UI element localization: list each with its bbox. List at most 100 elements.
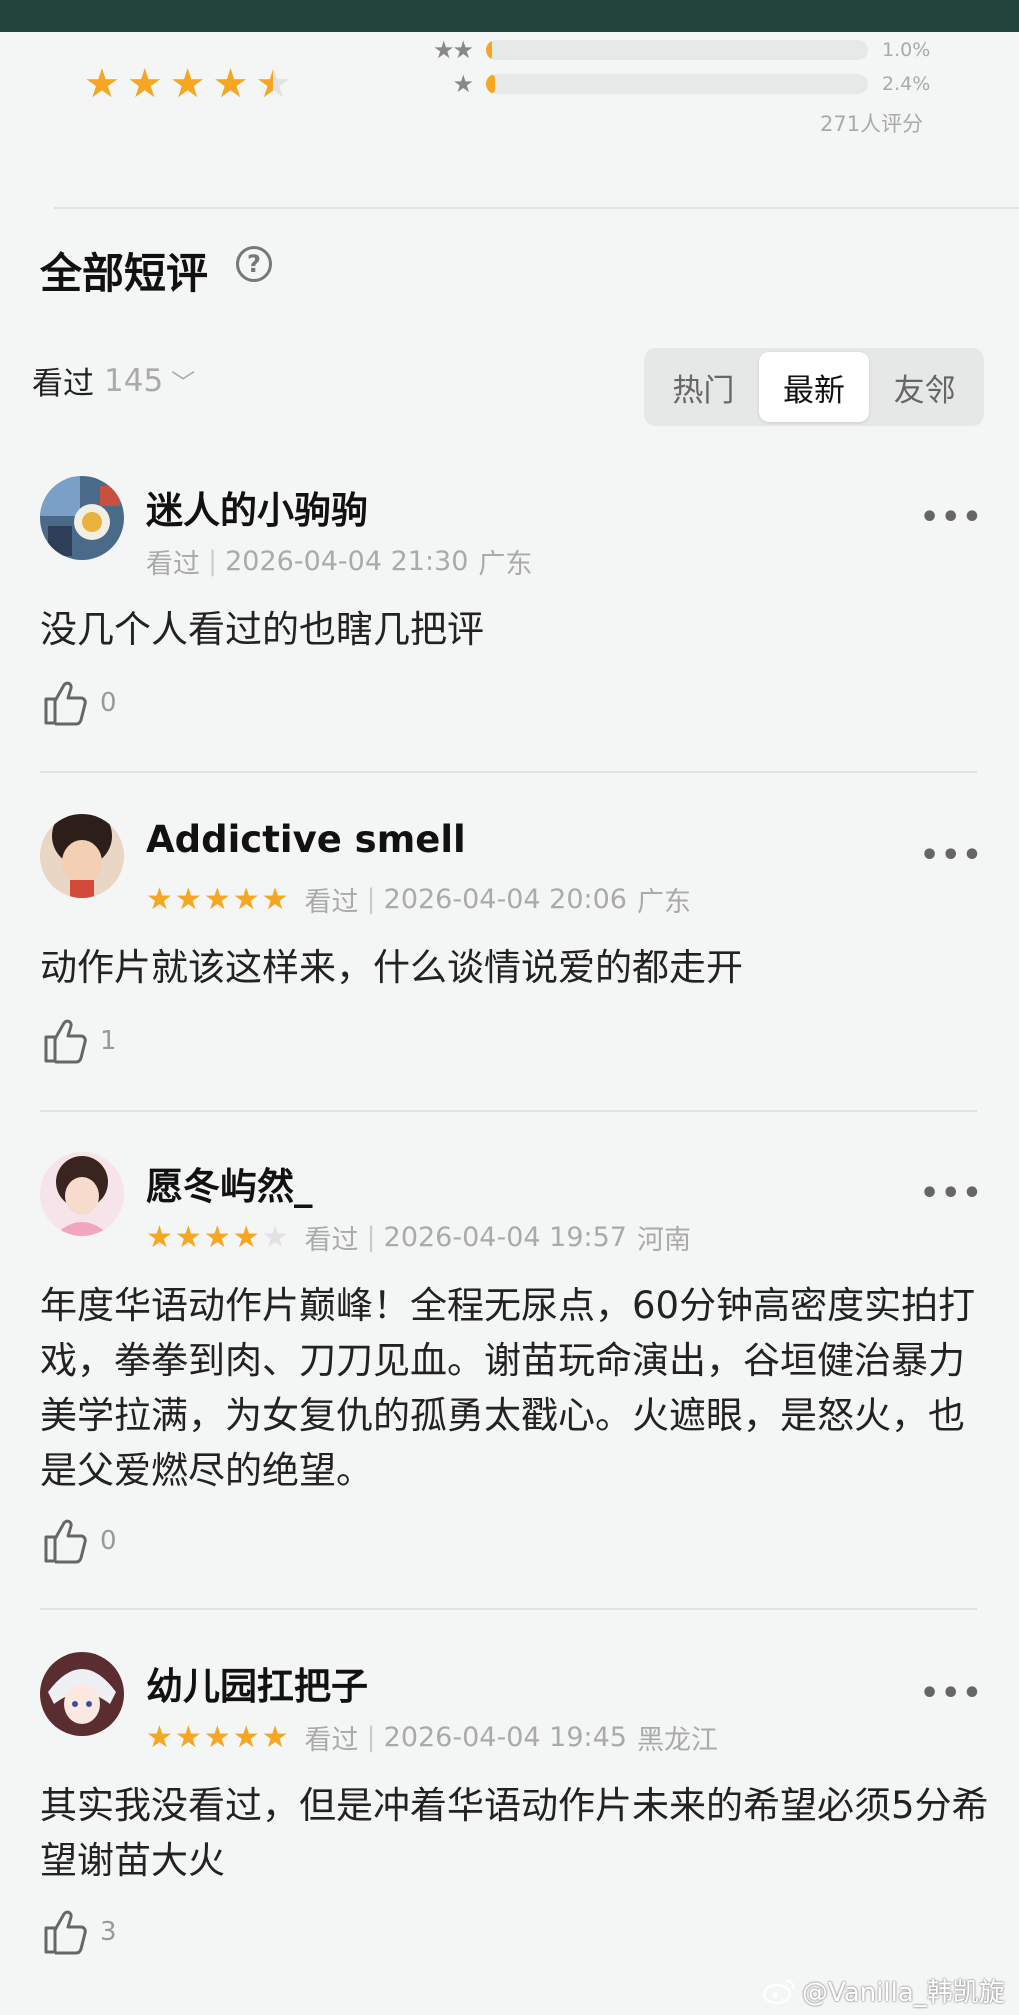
- divider: [40, 1608, 977, 1610]
- sort-segmented-control: 热门 最新 友邻: [644, 348, 984, 426]
- watch-status: 看过: [304, 1725, 359, 1756]
- dist-stars-label: ★: [452, 70, 474, 98]
- separator: |: [366, 1722, 376, 1753]
- thumbs-up-icon: [44, 1910, 87, 1955]
- comment-location: 广东: [478, 549, 533, 580]
- section-title: 全部短评: [40, 249, 209, 298]
- watched-filter-dropdown[interactable]: 看过 145 ﹀: [32, 358, 195, 403]
- comment-text: 其实我没看过，但是冲着华语动作片未来的希望必须5分希望谢苗大火: [40, 1784, 989, 1882]
- watermark: @Vanilla_韩凯旋: [762, 1972, 1005, 2009]
- divider: [40, 1110, 977, 1112]
- filter-label: 看过: [32, 366, 94, 402]
- comment-text: 动作片就该这样来，什么谈情说爱的都走开: [40, 946, 743, 989]
- separator: |: [208, 546, 218, 577]
- comment-location: 广东: [636, 887, 691, 918]
- like-count: 3: [100, 1917, 117, 1947]
- comment-meta: ★★★★★★★★★★ 看过 | 2026-04-04 19:57 河南: [146, 1218, 691, 1257]
- tab-latest[interactable]: 最新: [758, 352, 870, 422]
- rating-distribution-row-1star: ★ 2.4%: [410, 69, 930, 99]
- comment-datetime: 2026-04-04 19:57: [383, 1222, 627, 1253]
- comment-meta: ★ ★ ★ ★ ★ ★ ★ ★ ★ ★ 看过 | 2026-04-04 19:45 黑龙江: [146, 1718, 718, 1757]
- top-status-bar: [0, 0, 1019, 32]
- more-options-icon[interactable]: •••: [920, 838, 984, 873]
- star-icon: ★★: [232, 881, 260, 917]
- like-count: 0: [100, 688, 117, 718]
- star-icon: ★★: [174, 1719, 202, 1755]
- tab-friends[interactable]: 友邻: [869, 352, 980, 422]
- comment-rating-stars: ★★★★★★★★★★: [146, 881, 289, 917]
- star-icon: ★★: [203, 1219, 231, 1255]
- star-icon: ★★: [261, 881, 289, 917]
- rating-count: 271人评分: [820, 112, 924, 136]
- star-icon: ★★: [169, 61, 206, 107]
- dist-percent: 1.0%: [882, 39, 931, 61]
- comment-meta: ★ ★ ★ ★ ★ ★ ★ ★ ★ ★ 看过 | 2026-04-04 20:06 广东: [146, 880, 691, 919]
- rating-distribution-row-2star: ★★ 1.0%: [410, 35, 930, 65]
- star-icon: ★★: [212, 61, 249, 107]
- comment-location: 河南: [636, 1225, 691, 1256]
- dist-bar-track: [486, 40, 868, 60]
- star-icon: ★★: [203, 1719, 231, 1755]
- more-options-icon[interactable]: •••: [920, 500, 984, 535]
- comment-rating-stars: ★★★★★★★★★★: [146, 1219, 289, 1255]
- star-icon: ★★: [261, 1719, 289, 1755]
- star-icon: ★★: [174, 881, 202, 917]
- divider: [54, 207, 1019, 209]
- more-options-icon[interactable]: •••: [920, 1676, 984, 1711]
- chevron-down-icon: ﹀: [171, 369, 196, 397]
- star-icon: ★★: [146, 1219, 173, 1255]
- like-button[interactable]: 0: [40, 1515, 117, 1567]
- comment-meta: 看过 | 2026-04-04 21:30 广东: [146, 542, 532, 581]
- more-options-icon[interactable]: •••: [920, 1176, 984, 1211]
- dist-bar-track: [486, 74, 868, 94]
- watch-status: 看过: [304, 887, 359, 918]
- avatar[interactable]: [40, 476, 124, 560]
- star-icon: ★★: [126, 61, 163, 107]
- star-icon: ★★: [232, 1719, 260, 1755]
- like-button[interactable]: 1: [40, 1015, 117, 1067]
- star-icon: ★★: [146, 1719, 173, 1755]
- like-button[interactable]: 3: [40, 1906, 117, 1958]
- comment-rating-stars: ★★★★★★★★★★: [146, 1719, 289, 1755]
- comment-datetime: 2026-04-04 19:45: [383, 1722, 627, 1753]
- comment-datetime: 2026-04-04 21:30: [225, 546, 469, 577]
- avatar[interactable]: [40, 814, 124, 898]
- commenter-name[interactable]: 迷人的小驹驹: [146, 480, 368, 534]
- weibo-icon: [762, 1979, 795, 2004]
- thumbs-up-icon: [44, 1519, 87, 1564]
- star-icon: ★★: [174, 1219, 202, 1255]
- commenter-name[interactable]: Addictive smell: [146, 818, 466, 861]
- comment-datetime: 2026-04-04 20:06: [383, 884, 627, 915]
- thumbs-up-icon: [44, 681, 87, 726]
- star-icon: ★★: [232, 1219, 260, 1255]
- thumbs-up-icon: [44, 1019, 87, 1064]
- watch-status: 看过: [304, 1225, 359, 1256]
- star-icon: ★★: [146, 881, 173, 917]
- like-button[interactable]: 0: [40, 677, 117, 729]
- watch-status: 看过: [146, 549, 200, 580]
- commenter-name[interactable]: 幼儿园扛把子: [146, 1656, 368, 1710]
- like-count: 0: [100, 1526, 117, 1556]
- filter-count: 145: [104, 362, 164, 399]
- watermark-text: @Vanilla_韩凯旋: [802, 1978, 1005, 2008]
- dist-bar-fill: [486, 40, 492, 60]
- commenter-name[interactable]: 愿冬屿然_: [146, 1156, 313, 1210]
- comment-text: 没几个人看过的也瞎几把评: [40, 608, 484, 651]
- dist-bar-fill: [486, 74, 496, 94]
- star-icon: ★★: [203, 881, 231, 917]
- comment-text: 年度华语动作片巅峰！全程无尿点，60分钟高密度实拍打戏，拳拳到肉、刀刀见血。谢苗…: [40, 1284, 976, 1492]
- star-icon: ★★: [255, 61, 292, 107]
- separator: |: [366, 1222, 376, 1253]
- dist-stars-label: ★★: [432, 36, 474, 64]
- question-circle-icon[interactable]: ?: [236, 246, 272, 282]
- dist-percent: 2.4%: [882, 73, 931, 95]
- tab-hot[interactable]: 热门: [648, 352, 759, 422]
- average-rating-stars: ★★★★★★★★★★: [84, 64, 291, 104]
- comment-location: 黑龙江: [636, 1725, 718, 1756]
- avatar[interactable]: [40, 1152, 124, 1236]
- like-count: 1: [100, 1026, 117, 1056]
- separator: |: [366, 884, 376, 915]
- avatar[interactable]: [40, 1652, 124, 1736]
- divider: [40, 771, 977, 773]
- star-icon: ★★: [261, 1219, 289, 1255]
